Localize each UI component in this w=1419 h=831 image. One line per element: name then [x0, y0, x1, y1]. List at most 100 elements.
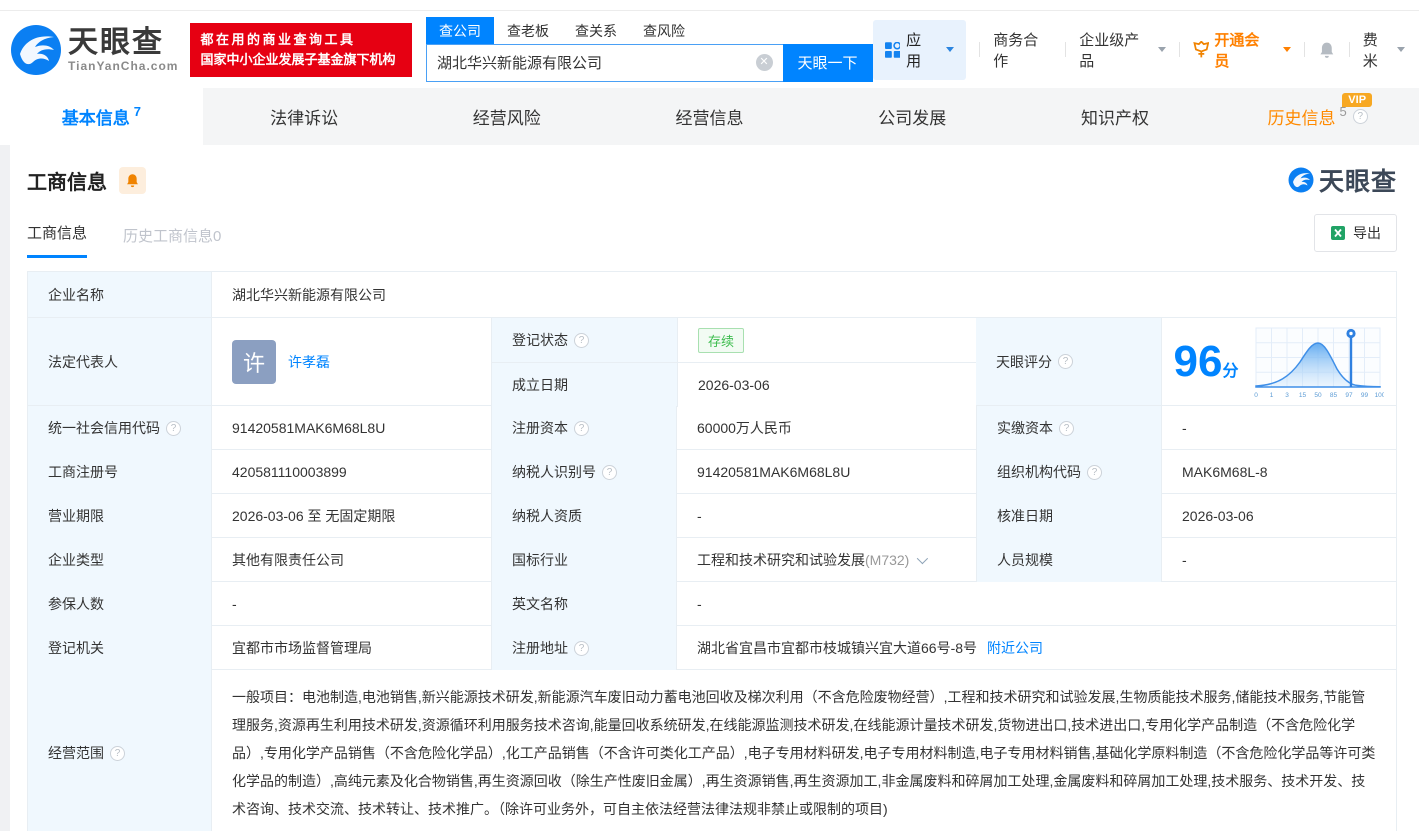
tianyancha-logo[interactable]: 天眼查 TianYanCha.com	[10, 24, 178, 76]
search-tab-company[interactable]: 查公司	[426, 16, 494, 44]
main-content: 工商信息 天眼查 工商信息 历史工商信息0 导出 企业名称 湖北华兴新能源有限公…	[0, 162, 1419, 831]
reg-capital-label-cell: 注册资本 ?	[491, 406, 676, 450]
clear-search-icon[interactable]: ✕	[755, 54, 773, 71]
chevron-down-icon	[1157, 47, 1166, 52]
notifications-bell-icon[interactable]	[1318, 41, 1336, 59]
legal-rep-label: 法定代表人	[28, 318, 211, 405]
reg-authority-label: 登记机关	[28, 626, 211, 670]
tab-label: 经营信息	[675, 109, 744, 128]
legal-rep-link[interactable]: 许孝磊	[288, 352, 330, 372]
help-icon[interactable]: ?	[1059, 420, 1074, 436]
svg-text:1: 1	[1270, 392, 1274, 399]
staff-size-label: 人员规模	[976, 538, 1161, 582]
header: 天眼查 TianYanCha.com 都在用的商业查询工具 国家中小企业发展子基…	[0, 10, 1419, 88]
svg-text:100: 100	[1375, 392, 1384, 399]
apps-menu[interactable]: 应用	[872, 19, 967, 80]
help-icon[interactable]: ?	[574, 332, 589, 348]
taxpayer-qualification-label: 纳税人资质	[491, 494, 676, 538]
nearby-companies-link[interactable]: 附近公司	[987, 638, 1043, 658]
establish-date-label: 成立日期	[492, 363, 677, 407]
legal-rep-avatar[interactable]: 许	[232, 339, 276, 384]
tab-count: 7	[133, 104, 141, 119]
search-input-wrap: ✕	[426, 43, 783, 82]
cooperation-label: 商务合作	[993, 31, 1039, 70]
tab-intellectual-property[interactable]: 知识产权	[1014, 88, 1217, 145]
tianyancha-logo-icon	[11, 24, 61, 75]
insured-count-value: -	[211, 582, 491, 626]
divider	[1065, 42, 1067, 57]
subtab-history-business-info[interactable]: 历史工商信息0	[123, 225, 221, 258]
svg-text:50: 50	[1315, 392, 1323, 399]
taxpayer-id-label-cell: 纳税人识别号 ?	[491, 450, 676, 494]
apps-label: 应用	[906, 31, 922, 70]
insured-count-label: 参保人数	[28, 582, 211, 626]
business-scope-value: 一般项目：电池制造,电池销售,新兴能源技术研发,新能源汽车废旧动力蓄电池回收及梯…	[211, 670, 1396, 831]
search-tab-risk[interactable]: 查风险	[630, 17, 698, 44]
tab-company-development[interactable]: 公司发展	[811, 88, 1014, 145]
help-icon[interactable]: ?	[574, 640, 589, 656]
divider	[1304, 42, 1306, 57]
help-icon[interactable]: ?	[166, 420, 181, 436]
business-info-table: 企业名称 湖北华兴新能源有限公司 法定代表人 许 许孝磊 登记状态 ? 存续 成…	[27, 271, 1397, 831]
help-icon[interactable]: ?	[1087, 464, 1102, 480]
help-icon[interactable]: ?	[574, 420, 589, 436]
approval-date-value: 2026-03-06	[1161, 494, 1396, 538]
table-row: 企业类型 其他有限责任公司 国标行业 工程和技术研究和试验发展 (M732) 人…	[28, 537, 1396, 582]
search-tab-boss[interactable]: 查老板	[494, 17, 562, 44]
tab-legal-proceedings[interactable]: 法律诉讼	[203, 88, 406, 145]
promo-line1: 都在用的商业查询工具	[200, 31, 356, 47]
business-scope-label: 经营范围	[48, 745, 104, 761]
nav-enterprise-products[interactable]: 企业级产品	[1079, 29, 1166, 71]
help-icon[interactable]: ?	[1352, 109, 1368, 124]
industry-expand-icon[interactable]	[917, 552, 929, 565]
tab-label: 知识产权	[1080, 109, 1149, 128]
score-label-cell: 天眼评分 ?	[976, 318, 1161, 405]
top-strip	[0, 0, 1419, 10]
chevron-down-icon	[1283, 47, 1292, 52]
tab-operating-risk[interactable]: 经营风险	[405, 88, 608, 145]
export-button[interactable]: 导出	[1314, 214, 1397, 252]
reg-address-label-cell: 注册地址 ?	[491, 626, 676, 670]
excel-icon	[1331, 226, 1345, 240]
status-badge: 存续	[698, 327, 745, 353]
nav-business-cooperation[interactable]: 商务合作	[993, 29, 1052, 71]
help-icon[interactable]: ?	[110, 745, 125, 761]
tianyancha-watermark-icon	[1288, 167, 1314, 193]
table-row: 登记状态 ? 存续	[492, 318, 976, 362]
divider	[979, 42, 981, 57]
industry-code: (M732)	[865, 552, 910, 568]
search-tab-relation[interactable]: 查关系	[562, 17, 630, 44]
help-icon[interactable]: ?	[602, 464, 617, 480]
table-row: 经营范围 ? 一般项目：电池制造,电池销售,新兴能源技术研发,新能源汽车废旧动力…	[28, 669, 1396, 831]
reg-address-value: 湖北省宜昌市宜都市枝城镇兴宜大道66号-8号	[697, 640, 978, 656]
username-label: 费米	[1362, 31, 1378, 70]
table-row: 营业期限 2026-03-06 至 无固定期限 纳税人资质 - 核准日期 202…	[28, 493, 1396, 538]
legal-rep-cell: 许 许孝磊	[211, 318, 491, 405]
search-input[interactable]	[427, 54, 756, 71]
vip-crown-icon	[1193, 41, 1210, 58]
tab-label: 法律诉讼	[270, 109, 339, 128]
reg-status-label-cell: 登记状态 ?	[492, 318, 677, 362]
watermark-logo: 天眼查	[1288, 162, 1397, 198]
tab-operating-info[interactable]: 经营信息	[608, 88, 811, 145]
svg-text:97: 97	[1346, 392, 1354, 399]
taxpayer-id-label: 纳税人识别号	[512, 464, 596, 480]
svg-text:99: 99	[1361, 392, 1369, 399]
open-vip-button[interactable]: 开通会员	[1193, 29, 1292, 71]
search-button[interactable]: 天眼一下	[782, 43, 873, 82]
svg-text:85: 85	[1330, 392, 1338, 399]
monitor-bell-button[interactable]	[119, 166, 146, 194]
help-icon[interactable]: ?	[1058, 354, 1073, 369]
tab-basic-info[interactable]: 基本信息 7	[0, 88, 203, 145]
subtab-business-info[interactable]: 工商信息	[27, 222, 88, 258]
industry-cell: 工程和技术研究和试验发展 (M732)	[676, 538, 976, 582]
divider	[1348, 42, 1350, 57]
staff-size-value: -	[1161, 538, 1396, 582]
tab-history-info[interactable]: VIP 历史信息 5 ?	[1216, 88, 1419, 145]
reg-status-cell: 存续	[677, 318, 976, 362]
industry-label: 国标行业	[491, 538, 676, 582]
user-menu[interactable]: 费米	[1362, 29, 1406, 71]
reg-authority-value: 宜都市市场监督管理局	[211, 626, 491, 670]
org-code-label: 组织机构代码	[997, 464, 1081, 480]
reg-capital-label: 注册资本	[512, 420, 568, 436]
